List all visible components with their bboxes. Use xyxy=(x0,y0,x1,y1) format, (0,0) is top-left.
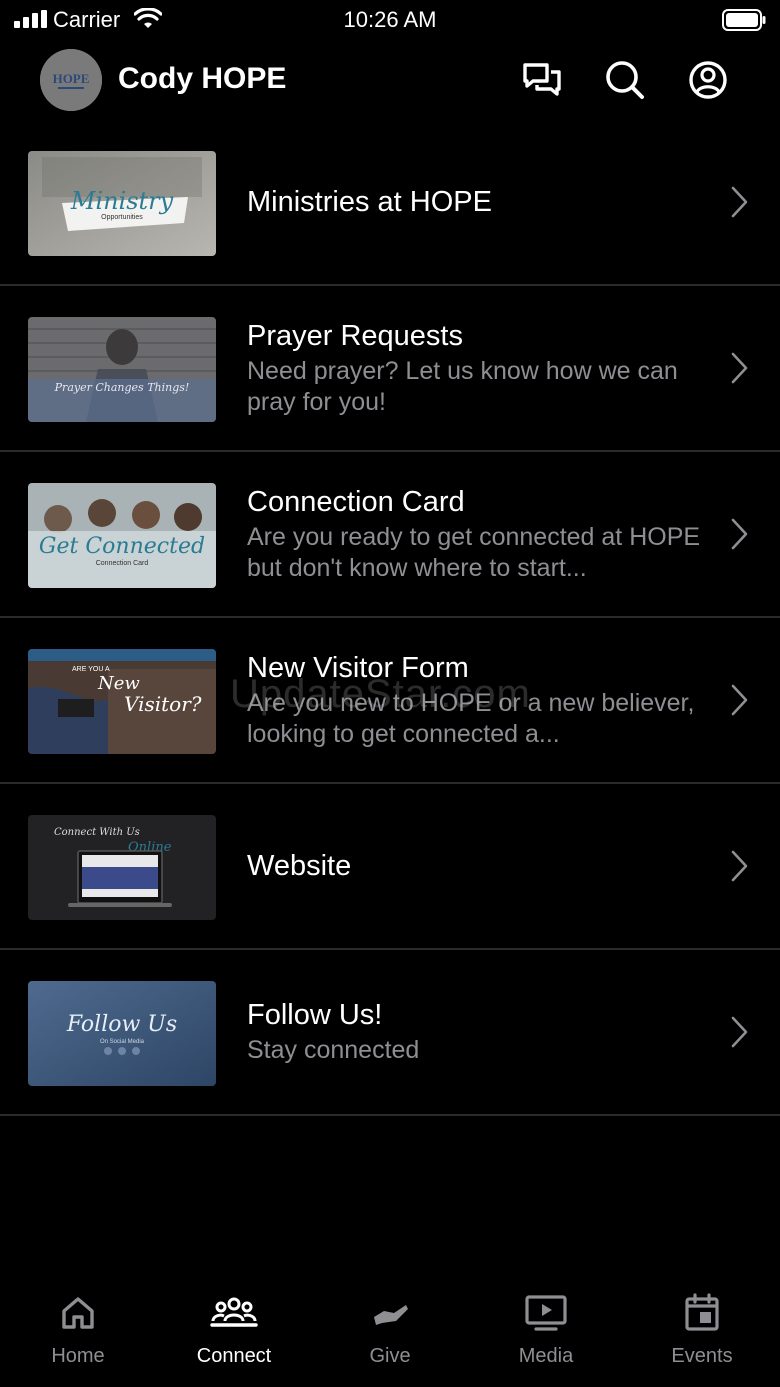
svg-text:ARE YOU A: ARE YOU A xyxy=(72,666,110,673)
app-title: Cody HOPE xyxy=(118,62,287,95)
tab-give[interactable]: Give xyxy=(312,1293,468,1387)
item-text: Prayer Requests Need prayer? Let us know… xyxy=(247,286,717,450)
item-subtitle: Stay connected xyxy=(247,1036,420,1064)
list-item-prayer-requests[interactable]: Prayer Changes Things! Prayer Requests N… xyxy=(0,286,780,452)
svg-text:Prayer Changes Things!: Prayer Changes Things! xyxy=(54,381,190,394)
tab-home[interactable]: Home xyxy=(0,1293,156,1387)
tab-label: Give xyxy=(369,1345,411,1367)
item-text: Ministries at HOPE xyxy=(247,120,717,284)
tab-media[interactable]: Media xyxy=(468,1293,624,1387)
svg-text:HOPE: HOPE xyxy=(53,71,90,86)
chat-icon xyxy=(523,63,561,96)
calendar-icon xyxy=(685,1293,719,1331)
home-icon xyxy=(62,1297,94,1329)
search-icon xyxy=(606,61,644,99)
chevron-right-icon xyxy=(731,1016,748,1048)
item-text: Connection Card Are you ready to get con… xyxy=(247,452,717,616)
item-title: Prayer Requests xyxy=(247,319,463,352)
item-subtitle: Are you new to HOPE or a new believer, l… xyxy=(247,688,695,748)
new-visitor-thumbnail: ARE YOU A New Visitor? xyxy=(28,649,216,754)
item-title: Follow Us! xyxy=(247,999,383,1031)
connect-list: Ministry Opportunities Ministries at HOP… xyxy=(0,120,780,1116)
list-item-connection-card[interactable]: Get Connected Connection Card Connection… xyxy=(0,452,780,618)
svg-text:Opportunities: Opportunities xyxy=(101,214,143,221)
ministries-thumbnail: Ministry Opportunities xyxy=(28,151,216,256)
battery-icon xyxy=(722,9,766,31)
clock: 10:26 AM xyxy=(343,7,437,32)
svg-text:Get Connected: Get Connected xyxy=(39,534,205,559)
church-logo-avatar[interactable]: HOPE xyxy=(40,49,102,111)
tab-label: Media xyxy=(518,1345,574,1367)
messages-button[interactable] xyxy=(520,58,564,102)
chevron-right-icon xyxy=(731,352,748,384)
tab-label: Home xyxy=(51,1345,105,1367)
list-item-website[interactable]: Connect With Us Online Website xyxy=(0,784,780,950)
prayer-thumbnail: Prayer Changes Things! xyxy=(28,317,216,422)
tab-bar: Home Connect Give Media Events xyxy=(0,1287,780,1387)
tab-connect[interactable]: Connect xyxy=(156,1293,312,1387)
item-text: Website xyxy=(247,784,717,948)
follow-us-thumbnail: Follow Us On Social Media xyxy=(28,981,216,1086)
item-subtitle: Are you ready to get connected at HOPE b… xyxy=(247,522,701,582)
chevron-right-icon xyxy=(731,186,748,218)
item-text: New Visitor Form Are you new to HOPE or … xyxy=(247,618,717,782)
item-text: Follow Us! Stay connected xyxy=(247,950,717,1114)
chevron-right-icon xyxy=(731,518,748,550)
connection-card-thumbnail: Get Connected Connection Card xyxy=(28,483,216,588)
people-icon xyxy=(210,1297,258,1327)
search-button[interactable] xyxy=(603,58,647,102)
svg-text:Connect With Us: Connect With Us xyxy=(54,827,140,838)
list-item-follow-us[interactable]: Follow Us On Social Media Follow Us! Sta… xyxy=(0,950,780,1116)
tab-label: Connect xyxy=(196,1345,272,1367)
svg-text:Connection Card: Connection Card xyxy=(96,560,149,567)
svg-text:Ministry: Ministry xyxy=(70,187,174,215)
chevron-right-icon xyxy=(731,684,748,716)
tab-label: Events xyxy=(671,1345,733,1367)
svg-text:On Social Media: On Social Media xyxy=(100,1039,145,1045)
item-title: Website xyxy=(247,850,352,882)
website-thumbnail: Connect With Us Online xyxy=(28,815,216,920)
list-item-new-visitor-form[interactable]: ARE YOU A New Visitor? New Visitor Form … xyxy=(0,618,780,784)
media-icon xyxy=(525,1295,567,1331)
svg-text:Visitor?: Visitor? xyxy=(124,692,202,716)
app-header: HOPE Cody HOPE xyxy=(0,46,780,116)
item-subtitle: Need prayer? Let us know how we can pray… xyxy=(247,356,678,416)
give-icon xyxy=(374,1305,408,1325)
svg-text:New: New xyxy=(97,673,140,694)
chevron-right-icon xyxy=(731,850,748,882)
tab-events[interactable]: Events xyxy=(624,1293,780,1387)
svg-text:Follow Us: Follow Us xyxy=(66,1012,177,1037)
item-title: Ministries at HOPE xyxy=(247,186,492,218)
item-title: New Visitor Form xyxy=(247,651,469,684)
list-item-ministries[interactable]: Ministry Opportunities Ministries at HOP… xyxy=(0,120,780,286)
profile-button[interactable] xyxy=(686,58,730,102)
item-title: Connection Card xyxy=(247,485,465,518)
user-circle-icon xyxy=(689,61,727,99)
status-bar: Carrier 10:26 AM xyxy=(0,0,780,40)
